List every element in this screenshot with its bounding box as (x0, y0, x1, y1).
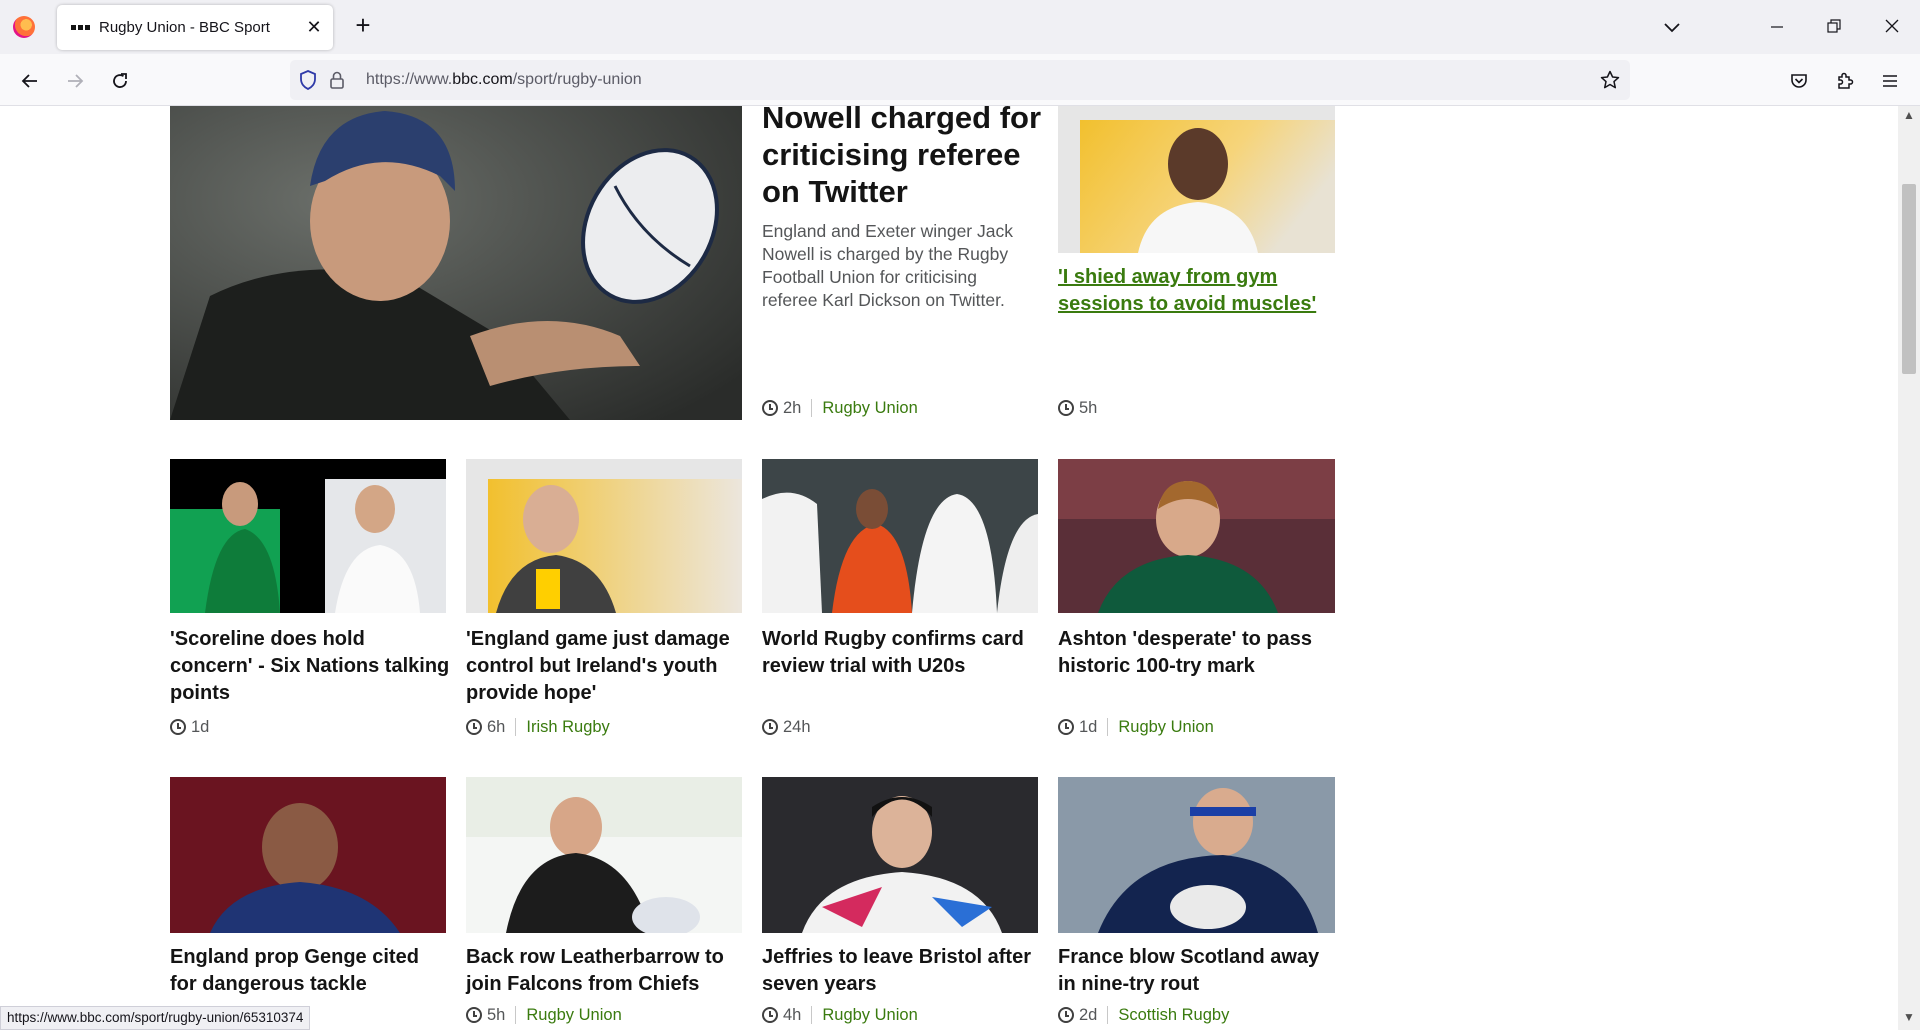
meta-divider (811, 1006, 813, 1024)
clock-icon (762, 400, 778, 416)
story-tag-link[interactable]: Rugby Union (822, 1006, 917, 1025)
story-headline[interactable]: 'Scoreline does hold concern' - Six Nati… (170, 626, 450, 707)
story-meta: 2d Scottish Rugby (1058, 1005, 1229, 1025)
meta-divider (1107, 718, 1109, 736)
story-headline[interactable]: World Rugby confirms card review trial w… (762, 626, 1042, 680)
status-link-preview: https://www.bbc.com/sport/rugby-union/65… (0, 1006, 311, 1030)
meta-divider (811, 399, 813, 417)
meta-divider (1107, 1006, 1109, 1024)
story-image[interactable] (762, 459, 1038, 613)
clock-icon (466, 719, 482, 735)
story-headline[interactable]: England prop Genge cited for dangerous t… (170, 944, 450, 998)
story-image[interactable] (170, 459, 446, 613)
tab-close-icon[interactable]: ✕ (303, 16, 325, 38)
story-tag-link[interactable]: Rugby Union (526, 1006, 621, 1025)
story-image[interactable] (170, 777, 446, 933)
bookmark-star-icon[interactable] (1600, 70, 1620, 90)
story-meta: 1d Rugby Union (1058, 717, 1214, 737)
story-time: 2h (783, 398, 802, 417)
minimize-icon[interactable] (1762, 13, 1792, 41)
story-headline[interactable]: France blow Scotland away in nine-try ro… (1058, 944, 1338, 998)
story-image[interactable] (762, 777, 1038, 933)
story-meta: 6h Irish Rugby (466, 717, 610, 737)
lead-story-summary: England and Exeter winger Jack Nowell is… (762, 221, 1013, 310)
story-tag-link[interactable]: Rugby Union (1118, 718, 1213, 737)
scroll-up-arrow-icon[interactable]: ▲ (1898, 108, 1920, 126)
firefox-logo-icon[interactable] (13, 16, 35, 38)
story-meta: 1d (170, 717, 209, 737)
bbc-favicon-icon (71, 25, 90, 30)
lock-icon[interactable] (327, 70, 347, 90)
reload-icon[interactable] (106, 67, 134, 95)
side-story-headline-link[interactable]: 'I shied away from gym sessions to avoid… (1058, 264, 1328, 318)
clock-icon (1058, 400, 1074, 416)
side-story-image[interactable] (1058, 106, 1335, 253)
clock-icon (1058, 719, 1074, 735)
page-content: Nowell charged for criticising referee o… (0, 106, 1898, 1030)
tracking-protection-shield-icon[interactable] (298, 70, 318, 90)
story-time: 4h (783, 1005, 802, 1024)
extensions-puzzle-icon[interactable] (1831, 67, 1859, 95)
story-headline[interactable]: 'England game just damage control but Ir… (466, 626, 746, 707)
story-headline[interactable]: Ashton 'desperate' to pass historic 100-… (1058, 626, 1338, 680)
close-window-icon[interactable] (1877, 13, 1907, 41)
tab-title: Rugby Union - BBC Sport (99, 19, 270, 36)
hamburger-menu-icon[interactable] (1876, 67, 1904, 95)
story-time: 1d (191, 717, 210, 736)
story-meta: 5h Rugby Union (466, 1005, 622, 1025)
side-story-meta: 5h (1058, 398, 1097, 418)
story-image[interactable] (466, 777, 742, 933)
meta-divider (515, 1006, 517, 1024)
story-headline[interactable]: Jeffries to leave Bristol after seven ye… (762, 944, 1042, 998)
clock-icon (1058, 1007, 1074, 1023)
story-time: 1d (1079, 717, 1098, 736)
story-image[interactable] (1058, 459, 1335, 613)
clock-icon (466, 1007, 482, 1023)
story-tag-link[interactable]: Irish Rugby (526, 718, 609, 737)
story-meta: 24h (762, 717, 811, 737)
story-time: 5h (487, 1005, 506, 1024)
story-image[interactable] (1058, 777, 1335, 933)
story-tag-link[interactable]: Scottish Rugby (1118, 1006, 1229, 1025)
story-time: 24h (783, 717, 811, 736)
story-headline[interactable]: Back row Leatherbarrow to join Falcons f… (466, 944, 746, 998)
url-text[interactable]: https://www.bbc.com/sport/rugby-union (366, 71, 642, 89)
restore-icon[interactable] (1819, 13, 1849, 41)
active-tab[interactable]: Rugby Union - BBC Sport ✕ (57, 5, 333, 50)
lead-story-headline[interactable]: Nowell charged for criticising referee o… (762, 106, 1042, 210)
clock-icon (762, 719, 778, 735)
forward-arrow-icon[interactable] (61, 67, 89, 95)
address-bar[interactable]: https://www.bbc.com/sport/rugby-union (290, 60, 1630, 100)
lead-story-image[interactable] (170, 106, 742, 420)
lead-story-meta: 2h Rugby Union (762, 398, 918, 418)
tab-strip: Rugby Union - BBC Sport ✕ + (0, 0, 1920, 54)
navigation-toolbar: https://www.bbc.com/sport/rugby-union (0, 54, 1920, 106)
back-arrow-icon[interactable] (16, 67, 44, 95)
pocket-icon[interactable] (1785, 67, 1813, 95)
story-image[interactable] (466, 459, 742, 613)
new-tab-plus-icon[interactable]: + (350, 12, 376, 39)
story-time: 2d (1079, 1005, 1098, 1024)
story-meta: 4h Rugby Union (762, 1005, 918, 1025)
story-time: 5h (1079, 398, 1098, 417)
list-all-tabs-chevron-icon[interactable] (1660, 15, 1684, 39)
scroll-down-arrow-icon[interactable]: ▼ (1898, 1010, 1920, 1028)
vertical-scrollbar[interactable]: ▲ ▼ (1898, 106, 1920, 1030)
meta-divider (515, 718, 517, 736)
clock-icon (762, 1007, 778, 1023)
clock-icon (170, 719, 186, 735)
story-time: 6h (487, 717, 506, 736)
scrollbar-thumb[interactable] (1902, 184, 1916, 374)
story-tag-link[interactable]: Rugby Union (822, 399, 917, 418)
